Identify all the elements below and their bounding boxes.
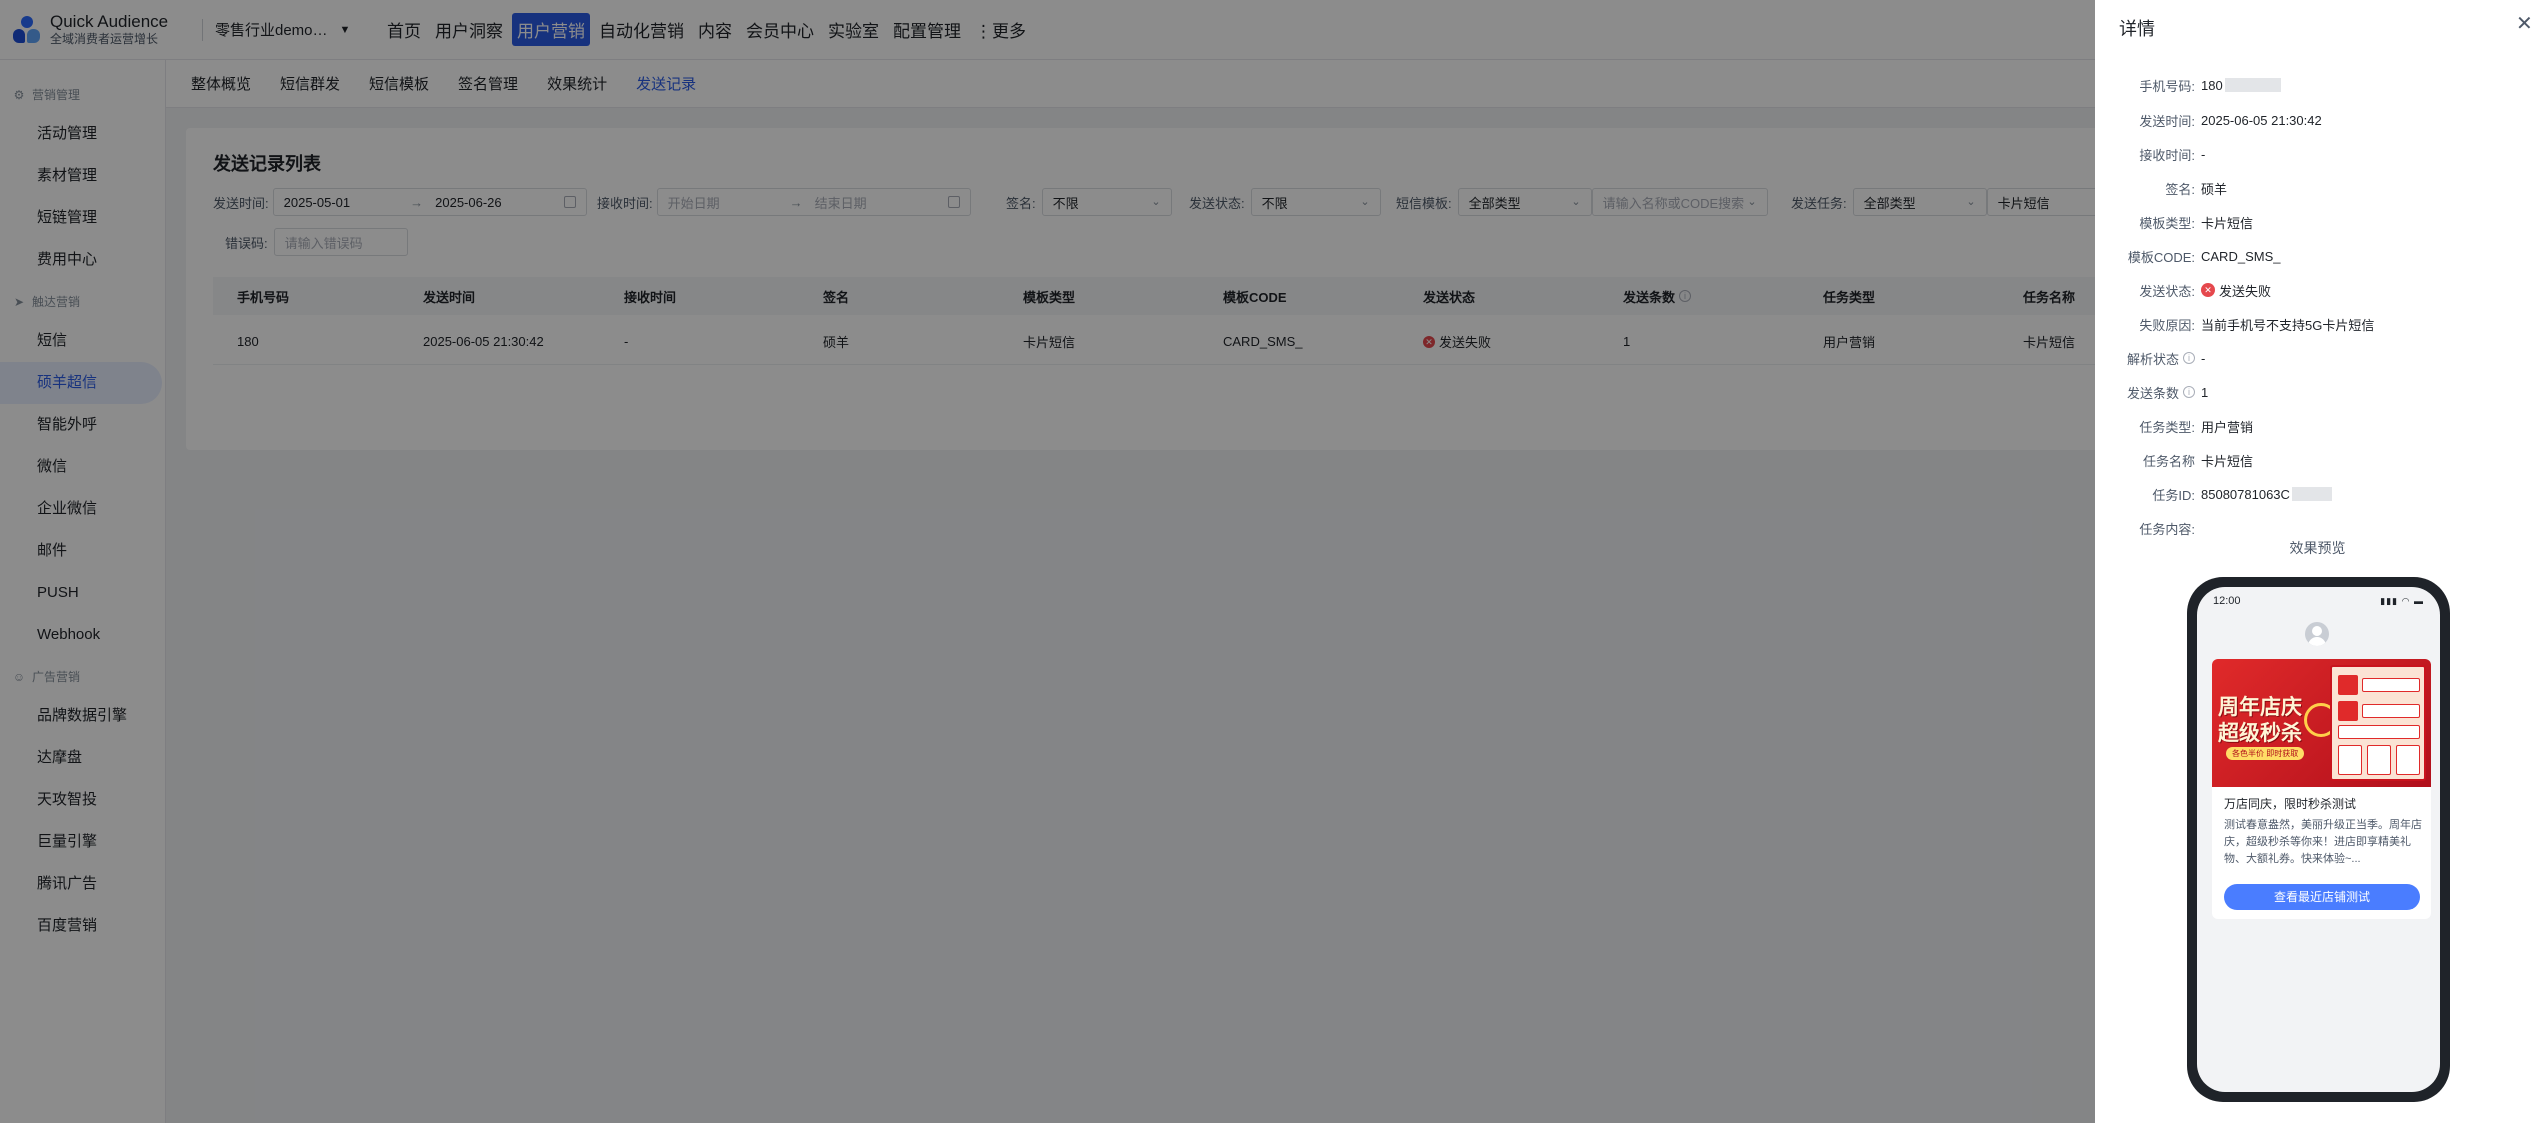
phone-time: 12:00: [2213, 595, 2241, 607]
detail-recv-time: 接收时间: -: [2139, 146, 2206, 163]
phone-preview: 12:00 ▮▮▮ ◠ ▬ 周年店庆 超级秒杀 各色半价 即时获取 万店同庆，限…: [2187, 577, 2450, 1102]
close-icon[interactable]: ✕: [2516, 14, 2533, 34]
detail-sign: 签名: 硕羊: [2165, 181, 2228, 197]
card-body: 测试春意盎然，美丽升级正当季。周年店庆，超级秒杀等你来！进店即享精美礼物、大额礼…: [2224, 819, 2422, 865]
detail-task-type: 任务类型: 用户营销: [2139, 419, 2254, 435]
detail-send-time: 发送时间: 2025-06-05 21:30:42: [2139, 112, 2322, 129]
detail-count: 发送条数 i 1: [2126, 384, 2209, 401]
card-action-button[interactable]: 查看最近店铺测试: [2224, 884, 2420, 910]
signal-wifi-battery-icon: ▮▮▮ ◠ ▬: [2380, 596, 2424, 606]
detail-task-content: 任务内容:: [2139, 521, 2195, 537]
preview-title: 效果预览: [2289, 540, 2346, 556]
fail-icon: ✕: [2201, 283, 2215, 297]
detail-task-id: 任务ID: 85080781063C: [2095, 484, 2540, 504]
banner-line2: 超级秒杀: [2218, 722, 2302, 745]
detail-tpl-type: 模板类型: 卡片短信: [2139, 215, 2254, 231]
detail-parse-status: 解析状态 i -: [2126, 350, 2206, 367]
detail-status: 发送状态: ✕ 发送失败: [2139, 283, 2272, 299]
detail-fail-reason: 失败原因: 当前手机号不支持5G卡片短信: [2139, 317, 2375, 333]
banner-pill: 各色半价 即时获取: [2226, 747, 2305, 760]
sender-avatar-icon: [2305, 622, 2329, 646]
masked-value: [2224, 78, 2281, 92]
detail-drawer: 详情 ✕ 手机号码: 180 发送时间: 2025-06-05 21:30:42…: [2095, 0, 2540, 1123]
detail-phone: 手机号码: 180: [2095, 75, 2540, 95]
info-icon[interactable]: i: [2183, 352, 2195, 364]
card-banner-image: 周年店庆 超级秒杀 各色半价 即时获取: [2212, 659, 2431, 787]
info-icon[interactable]: i: [2183, 386, 2195, 398]
card-title: 万店同庆，限时秒杀测试: [2224, 797, 2357, 811]
drawer-title: 详情: [2119, 19, 2155, 39]
card-message[interactable]: 周年店庆 超级秒杀 各色半价 即时获取 万店同庆，限时秒杀测试 测试春意盎然，美…: [2212, 659, 2431, 919]
detail-task-name: 任务名称 卡片短信: [2142, 453, 2254, 469]
detail-tpl-code: 模板CODE: CARD_SMS_: [2127, 248, 2281, 265]
phone-status-bar: 12:00 ▮▮▮ ◠ ▬: [2197, 587, 2440, 613]
masked-value: [2291, 487, 2332, 501]
